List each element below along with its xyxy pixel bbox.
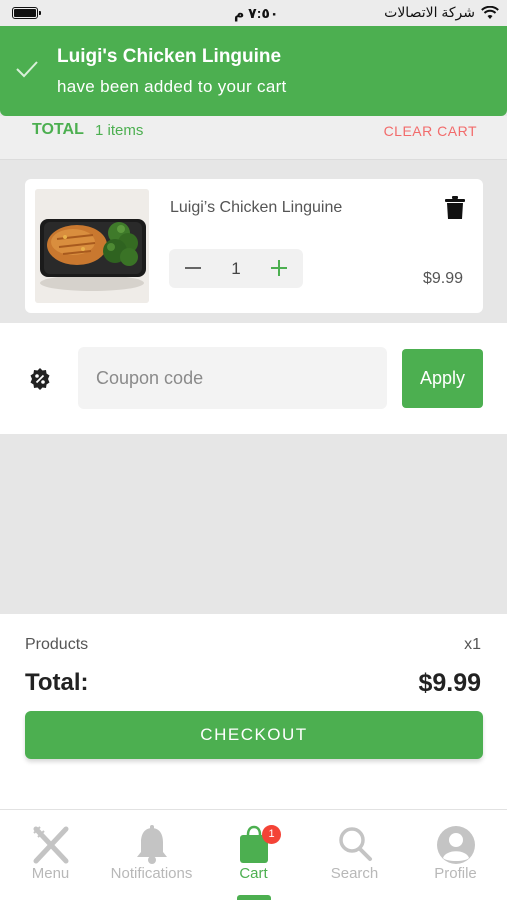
tab-menu[interactable]: Menu — [0, 810, 101, 900]
checkout-button[interactable]: CHECKOUT — [25, 711, 483, 759]
tab-label-profile: Profile — [434, 865, 477, 882]
item-name: Luigi’s Chicken Linguine — [170, 199, 343, 216]
coupon-code-input[interactable] — [78, 347, 387, 409]
status-right: شركة الاتصالات — [384, 4, 499, 21]
item-price: $9.99 — [422, 270, 463, 287]
search-icon — [338, 827, 372, 861]
clear-cart-button[interactable]: CLEAR CART — [384, 123, 477, 139]
tab-label-notifications: Notifications — [110, 865, 193, 882]
products-count: x1 — [464, 636, 481, 653]
tab-profile[interactable]: Profile — [405, 810, 506, 900]
profile-icon — [436, 826, 475, 864]
total-label: TOTAL — [32, 121, 84, 138]
grand-total-label: Total: — [25, 669, 89, 696]
check-icon — [16, 61, 38, 78]
plus-icon[interactable] — [269, 257, 289, 279]
bottom-tab-bar: Menu Notifications 1 Cart Search Profile — [0, 809, 507, 900]
tab-label-menu: Menu — [31, 865, 70, 882]
carrier-name: شركة الاتصالات — [384, 4, 475, 20]
cart-badge: 1 — [262, 825, 281, 844]
cart-summary-row: TOTAL 1 items CLEAR CART — [0, 116, 507, 160]
discount-badge-icon — [30, 368, 50, 390]
tab-search[interactable]: Search — [304, 810, 405, 900]
cart-item-card: Luigi’s Chicken Linguine 1 $9.99 — [25, 179, 483, 313]
added-to-cart-toast[interactable]: Luigi's Chicken Linguine have been added… — [0, 26, 507, 116]
active-tab-indicator — [237, 895, 271, 900]
trash-icon[interactable] — [445, 196, 465, 220]
tab-cart[interactable]: 1 Cart — [203, 810, 304, 900]
product-image — [35, 189, 149, 303]
toast-title: Luigi's Chicken Linguine — [57, 46, 282, 67]
tab-label-cart: Cart — [239, 865, 268, 882]
status-bar: ٧:٥٠ م شركة الاتصالات — [0, 0, 507, 26]
apply-coupon-button[interactable]: Apply — [402, 349, 483, 408]
products-label: Products — [25, 636, 89, 653]
grand-total-value: $9.99 — [418, 669, 481, 697]
order-summary-panel: Products x1 Total: $9.99 CHECKOUT — [0, 614, 507, 809]
quantity-stepper: 1 — [169, 249, 303, 288]
fork-knife-icon — [32, 826, 68, 864]
wifi-icon — [481, 5, 499, 19]
status-time: ٧:٥٠ م — [234, 5, 279, 21]
coupon-row: Apply — [0, 323, 507, 434]
toast-message: have been added to your cart — [57, 77, 287, 96]
tab-label-search: Search — [330, 865, 379, 882]
items-count: 1 items — [95, 122, 144, 139]
bell-icon — [136, 825, 167, 864]
tab-notifications[interactable]: Notifications — [101, 810, 202, 900]
battery-icon — [12, 7, 41, 19]
